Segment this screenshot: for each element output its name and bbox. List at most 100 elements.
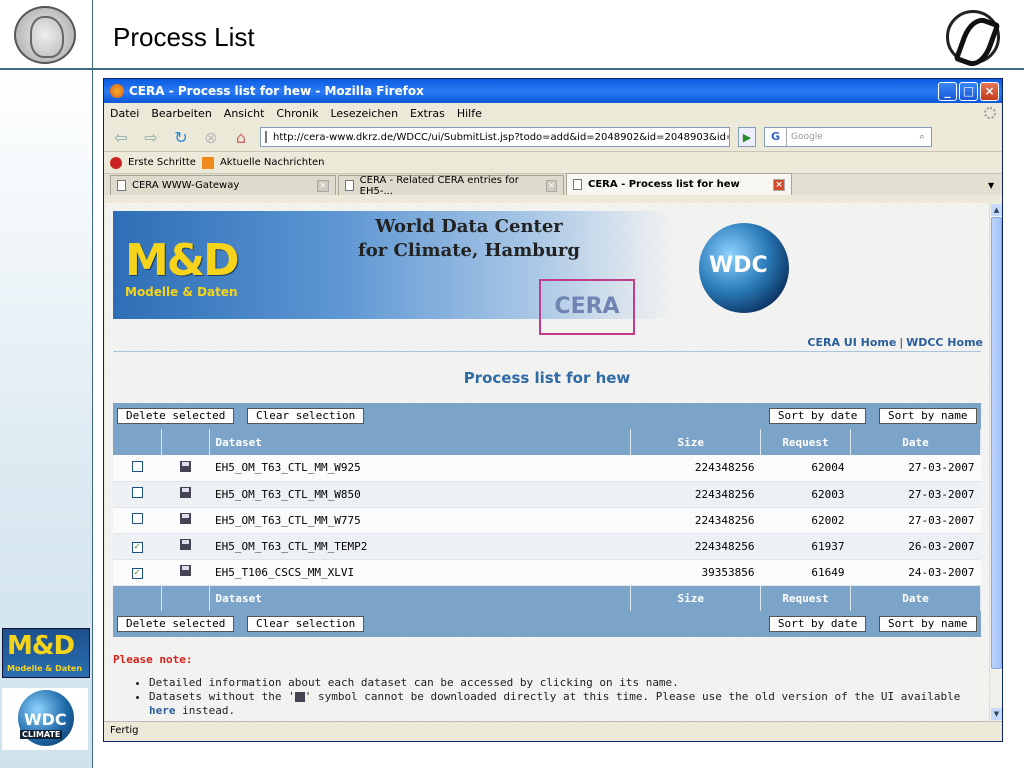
maximize-button[interactable]: □ <box>959 81 978 101</box>
back-arrow-icon[interactable]: ⇦ <box>110 126 132 148</box>
clear-selection-button[interactable]: Clear selection <box>246 408 365 424</box>
search-icon[interactable]: ⌕ <box>913 132 931 142</box>
page-icon <box>573 179 582 190</box>
tab-list-dropdown-icon[interactable]: ▼ <box>988 181 1002 190</box>
dkrz-logo <box>946 10 1000 64</box>
menu-ansicht[interactable]: Ansicht <box>224 107 265 120</box>
sort-by-date-button[interactable]: Sort by date <box>768 408 867 424</box>
here-link[interactable]: here <box>149 704 176 717</box>
menu-datei[interactable]: Datei <box>110 107 139 120</box>
search-box[interactable]: G Google ⌕ <box>764 127 932 147</box>
stop-icon[interactable]: ⊗ <box>200 126 222 148</box>
close-button[interactable]: × <box>980 81 999 101</box>
firefox-icon <box>110 84 124 98</box>
note-title: Please note: <box>113 653 193 666</box>
scroll-up-icon[interactable]: ▲ <box>991 204 1002 216</box>
wdc-title-line2: for Climate, Hamburg <box>358 240 580 261</box>
bookmark-aktuelle-nachrichten[interactable]: Aktuelle Nachrichten <box>220 157 325 168</box>
table-row: EH5_OM_T63_CTL_MM_W775 224348256 62002 2… <box>113 507 981 534</box>
link-separator: | <box>899 336 904 349</box>
download-disk-icon[interactable] <box>179 565 191 576</box>
wdcc-home-link[interactable]: WDCC Home <box>906 336 983 349</box>
status-bar: Fertig <box>104 721 1002 741</box>
column-header-request: Request <box>760 429 851 455</box>
wdc-climate-logo: WDC CLIMATE <box>2 688 88 750</box>
slide: Process List M&D Modelle & Daten WDC CLI… <box>0 0 1024 768</box>
cera-ui-home-link[interactable]: CERA UI Home <box>807 336 896 349</box>
dataset-name-link[interactable]: EH5_OM_T63_CTL_MM_TEMP2 <box>209 533 631 560</box>
vertical-scrollbar[interactable]: ▲ ▼ <box>989 203 1002 721</box>
delete-selected-button[interactable]: Delete selected <box>117 408 235 424</box>
request-id: 62002 <box>760 507 851 534</box>
download-disk-icon[interactable] <box>179 460 191 472</box>
menu-lesezeichen[interactable]: Lesezeichen <box>330 107 398 120</box>
slide-vertical-divider <box>92 0 93 768</box>
reload-icon[interactable]: ↻ <box>170 126 192 148</box>
slide-divider <box>0 68 1024 70</box>
forward-arrow-icon[interactable]: ⇨ <box>140 126 162 148</box>
column-footer-request: Request <box>760 585 851 611</box>
page-title: Process list for hew <box>463 369 631 387</box>
sort-by-name-button[interactable]: Sort by name <box>879 408 977 424</box>
table-row: ✓ EH5_OM_T63_CTL_MM_TEMP2 224348256 6193… <box>113 533 981 560</box>
table-footer-header: Dataset Size Request Date <box>113 585 981 611</box>
search-placeholder: Google <box>791 132 823 142</box>
bookmark-erste-schritte[interactable]: Erste Schritte <box>128 157 196 168</box>
tab-process-list[interactable]: CERA - Process list for hew × <box>566 173 792 195</box>
tab-related-entries[interactable]: CERA - Related CERA entries for EH5-... … <box>338 174 564 197</box>
dataset-name-link[interactable]: EH5_OM_T63_CTL_MM_W850 <box>209 481 631 508</box>
note-item: Detailed information about each dataset … <box>149 676 991 690</box>
column-footer-date: Date <box>850 585 981 611</box>
dataset-size: 39353856 <box>630 559 761 586</box>
tab-close-icon[interactable]: × <box>317 179 329 192</box>
window-titlebar[interactable]: CERA - Process list for hew - Mozilla Fi… <box>104 79 1002 103</box>
table-header: Dataset Size Request Date <box>113 429 981 455</box>
tab-close-icon[interactable]: × <box>773 178 785 191</box>
wdc-title: World Data Center for Climate, Hamburg <box>339 215 599 263</box>
menu-chronik[interactable]: Chronik <box>276 107 318 120</box>
sort-by-name-button[interactable]: Sort by name <box>879 616 977 632</box>
row-checkbox-checked[interactable]: ✓ <box>131 568 143 579</box>
wdc-logo-subtext: CLIMATE <box>20 730 63 739</box>
column-header-dataset: Dataset <box>209 429 631 455</box>
dataset-name-link[interactable]: EH5_OM_T63_CTL_MM_W775 <box>209 507 631 534</box>
rss-icon <box>201 156 214 169</box>
row-checkbox-checked[interactable]: ✓ <box>131 542 143 553</box>
cera-logo: CERA <box>539 279 635 335</box>
dataset-name-link[interactable]: EH5_T106_CSCS_MM_XLVI <box>209 559 631 586</box>
google-icon[interactable]: G <box>765 128 787 146</box>
delete-selected-button[interactable]: Delete selected <box>117 616 235 632</box>
page-icon <box>345 180 354 191</box>
home-icon[interactable]: ⌂ <box>230 126 252 148</box>
scroll-down-icon[interactable]: ▼ <box>991 708 1002 720</box>
go-button[interactable]: ▶ <box>738 127 756 147</box>
menu-bearbeiten[interactable]: Bearbeiten <box>151 107 211 120</box>
clear-selection-button[interactable]: Clear selection <box>246 616 365 632</box>
download-disk-icon[interactable] <box>179 539 191 550</box>
menu-hilfe[interactable]: Hilfe <box>457 107 482 120</box>
row-checkbox[interactable] <box>131 460 143 472</box>
tab-cera-gateway[interactable]: CERA WWW-Gateway × <box>110 175 336 195</box>
page-icon <box>265 131 267 143</box>
note-item: Datasets without the '' symbol cannot be… <box>149 690 991 718</box>
sort-by-date-button[interactable]: Sort by date <box>768 616 867 632</box>
scroll-thumb[interactable] <box>991 217 1002 669</box>
download-disk-icon[interactable] <box>179 487 191 498</box>
page-icon <box>117 180 126 191</box>
banner: M&D Modelle & Daten World Data Center fo… <box>113 211 981 337</box>
request-id: 62003 <box>760 481 851 508</box>
minimize-button[interactable]: _ <box>938 81 957 101</box>
menu-extras[interactable]: Extras <box>410 107 445 120</box>
row-checkbox[interactable] <box>131 487 143 498</box>
max-planck-logo <box>14 6 76 64</box>
download-disk-icon[interactable] <box>179 513 191 524</box>
tab-label: CERA - Related CERA entries for EH5-... <box>359 174 519 197</box>
url-bar[interactable]: http://cera-www.dkrz.de/WDCC/ui/SubmitLi… <box>260 127 730 147</box>
throbber-icon <box>984 107 996 119</box>
wdc-logo-text: WDC <box>24 710 67 729</box>
tab-close-icon[interactable]: × <box>545 179 557 192</box>
menu-bar: Datei Bearbeiten Ansicht Chronik Lesezei… <box>104 103 1002 123</box>
dataset-name-link[interactable]: EH5_OM_T63_CTL_MM_W925 <box>209 455 631 482</box>
row-checkbox[interactable] <box>131 513 143 524</box>
table-controls-bottom: Delete selected Clear selection Sort by … <box>113 611 981 637</box>
